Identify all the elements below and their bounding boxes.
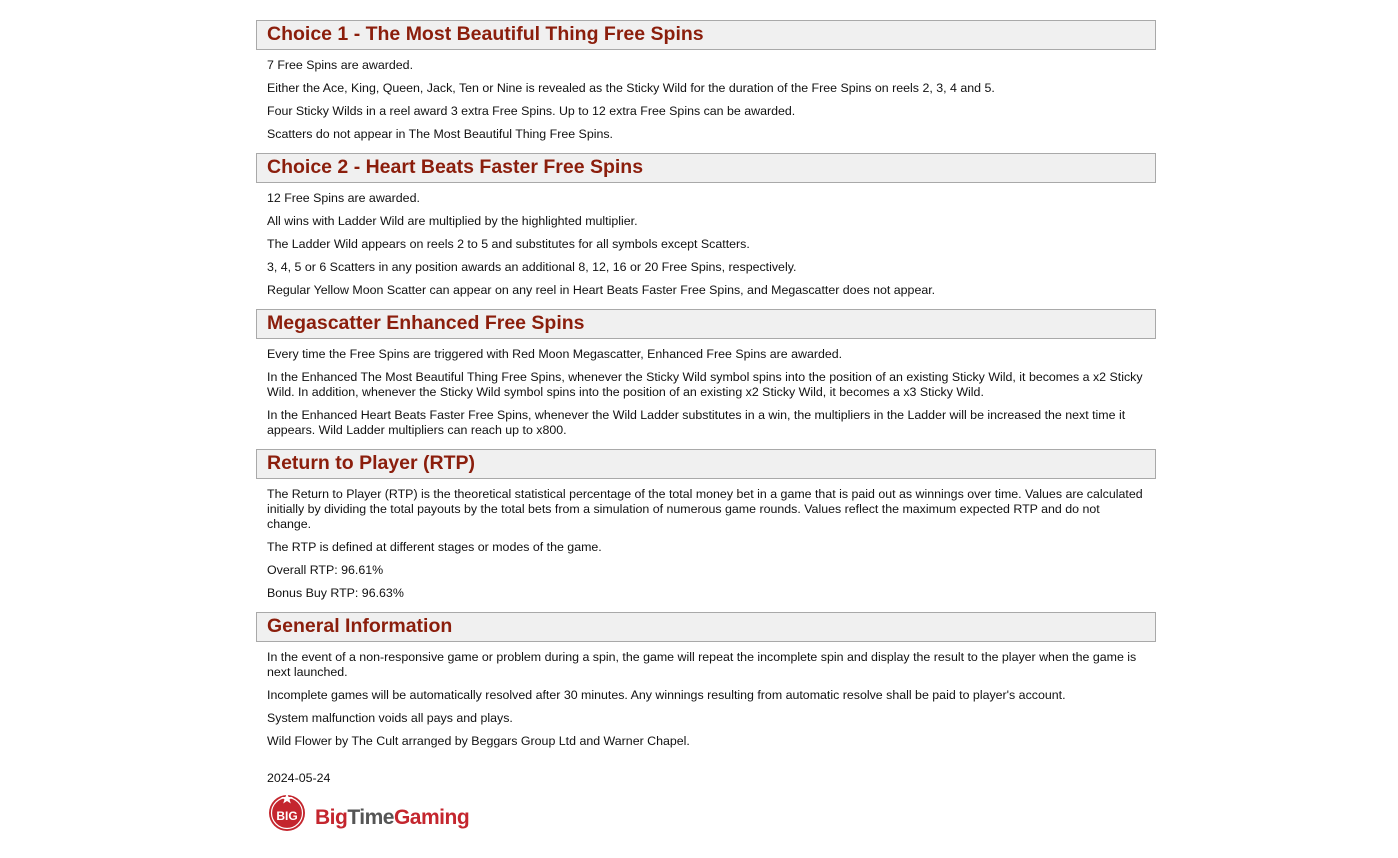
section-general-information: General Information In the event of a no… [256,612,1156,749]
paragraph: In the Enhanced The Most Beautiful Thing… [267,370,1143,399]
paragraph: Four Sticky Wilds in a reel award 3 extr… [267,104,796,118]
paragraph: The RTP is defined at different stages o… [267,540,602,554]
badge-text: BIG [276,809,297,823]
section-body: In the event of a non-responsive game or… [256,642,1156,749]
section-body: The Return to Player (RTP) is the theore… [256,479,1156,601]
paragraph: Scatters do not appear in The Most Beaut… [267,127,613,141]
section-body: 7 Free Spins are awarded. Either the Ace… [256,50,1156,142]
rules-page: Choice 1 - The Most Beautiful Thing Free… [256,0,1156,831]
paragraph: In the event of a non-responsive game or… [267,650,1137,679]
section-header: Megascatter Enhanced Free Spins [256,309,1156,339]
section-header: Return to Player (RTP) [256,449,1156,479]
section-body: Every time the Free Spins are triggered … [256,339,1156,438]
paragraph: Either the Ace, King, Queen, Jack, Ten o… [267,81,995,95]
section-megascatter: Megascatter Enhanced Free Spins Every ti… [256,309,1156,438]
section-rtp: Return to Player (RTP) The Return to Pla… [256,449,1156,601]
logo-word-time: Time [347,806,394,829]
bonus-buy-rtp: Bonus Buy RTP: 96.63% [267,586,404,600]
paragraph: In the Enhanced Heart Beats Faster Free … [267,408,1126,437]
paragraph: The Ladder Wild appears on reels 2 to 5 … [267,237,750,251]
section-choice-2: Choice 2 - Heart Beats Faster Free Spins… [256,153,1156,298]
paragraph: Regular Yellow Moon Scatter can appear o… [267,283,936,297]
paragraph: 12 Free Spins are awarded. [267,191,420,205]
logo-word-big: Big [315,806,348,829]
section-body: 12 Free Spins are awarded. All wins with… [256,183,1156,298]
paragraph: System malfunction voids all pays and pl… [267,711,513,725]
big-time-gaming-logo: BIG BigTimeGaming [267,793,1156,831]
section-choice-1: Choice 1 - The Most Beautiful Thing Free… [256,20,1156,142]
paragraph: 7 Free Spins are awarded. [267,58,414,72]
section-header: Choice 2 - Heart Beats Faster Free Spins [256,153,1156,183]
paragraph: 3, 4, 5 or 6 Scatters in any position aw… [267,260,797,274]
logo-wordmark: BigTimeGaming [315,806,470,830]
big-badge-icon: BIG [269,793,305,831]
section-title: Return to Player (RTP) [267,452,476,475]
release-date: 2024-05-24 [267,771,331,785]
paragraph: The Return to Player (RTP) is the theore… [267,487,1143,531]
logo-word-gaming: Gaming [393,806,470,829]
paragraph: Wild Flower by The Cult arranged by Begg… [267,734,690,748]
paragraph: All wins with Ladder Wild are multiplied… [267,214,638,228]
section-title: Megascatter Enhanced Free Spins [267,312,585,335]
paragraph: Every time the Free Spins are triggered … [267,347,843,361]
section-title: Choice 2 - Heart Beats Faster Free Spins [267,156,644,179]
section-header: Choice 1 - The Most Beautiful Thing Free… [256,20,1156,50]
section-title: Choice 1 - The Most Beautiful Thing Free… [267,23,704,46]
section-title: General Information [267,615,453,638]
paragraph: Incomplete games will be automatically r… [267,688,1066,702]
overall-rtp: Overall RTP: 96.61% [267,563,384,577]
section-header: General Information [256,612,1156,642]
footer: 2024-05-24 BIG BigTimeGaming [256,760,1156,831]
